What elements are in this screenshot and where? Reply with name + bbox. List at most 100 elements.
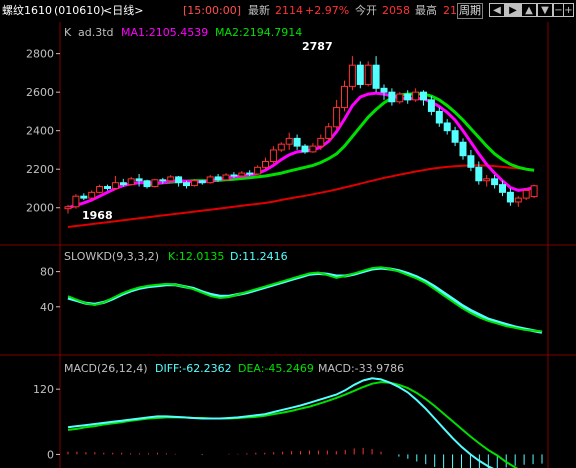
kd-panel: SLOWKD(9,3,3,2) K:12.0135 D:11.2416 40 80 <box>40 250 543 334</box>
candle-body <box>285 137 293 145</box>
candle-body <box>491 178 499 186</box>
candle-body <box>499 184 506 193</box>
candle-body <box>333 107 341 128</box>
candle-body <box>88 191 96 199</box>
candle-body <box>325 126 333 139</box>
ma1-legend: MA1:2105.4539 <box>121 26 208 39</box>
y-tick-label: 120 <box>33 383 54 396</box>
candle-body <box>246 172 254 175</box>
y-tick-label: 2800 <box>26 48 54 61</box>
candle-body <box>475 166 483 182</box>
high-annotation: 2787 <box>302 40 333 53</box>
right-arrow-icon[interactable]: ▶ <box>505 3 521 17</box>
period-button[interactable]: 周期 <box>457 3 483 19</box>
kd-legend-d: D:11.2416 <box>230 250 288 263</box>
candle-body <box>175 176 183 184</box>
candle-body <box>530 185 538 198</box>
y-tick-label: 40 <box>40 301 54 314</box>
macd-panel: MACD(26,12,4) DIFF:-62.2362 DEA:-45.2469… <box>33 362 543 468</box>
candle-body <box>206 176 214 184</box>
candle-body <box>151 179 159 188</box>
kd-legend-k: K:12.0135 <box>168 250 224 263</box>
candle-body <box>111 182 119 189</box>
change-percent: +2.97% <box>305 4 350 17</box>
kd-d-line <box>67 266 543 334</box>
zoom-in-icon[interactable]: + <box>563 3 574 17</box>
last-price-label: 最新 <box>248 4 270 17</box>
up-arrow-icon[interactable]: ▲ <box>521 3 537 17</box>
candle-body <box>198 180 206 184</box>
last-price-value: 2114 <box>275 4 303 17</box>
candle-body <box>127 178 135 186</box>
candle-body <box>404 93 412 101</box>
candle-body <box>443 122 451 132</box>
candle-body <box>183 182 190 187</box>
candle-body <box>380 87 388 93</box>
candle-body <box>167 176 175 182</box>
candle-body <box>293 137 301 147</box>
candle-body <box>301 145 309 153</box>
candle-body <box>222 174 230 181</box>
candle-body <box>459 141 467 157</box>
candle-body <box>64 206 72 210</box>
candle-body <box>435 110 443 124</box>
left-arrow-icon[interactable]: ◀ <box>489 3 505 17</box>
period-label[interactable]: <日线> <box>103 0 143 22</box>
open-value: 2058 <box>382 4 410 17</box>
candle-body <box>254 166 262 175</box>
y-tick-label: 2600 <box>26 86 54 99</box>
price-panel: K ad.3td MA1:2105.4539 MA2:2194.7914 200… <box>26 26 538 228</box>
kline-legend-name: ad.3td <box>78 26 114 39</box>
down-arrow-icon[interactable]: ▼ <box>537 3 553 17</box>
y-tick-label: 2200 <box>26 163 54 176</box>
y-tick-label: 0 <box>47 448 54 461</box>
candle-body <box>388 91 396 103</box>
open-label: 今开 <box>355 4 377 17</box>
candle-body <box>238 172 246 177</box>
macd-legend-name: MACD(26,12,4) <box>64 362 148 375</box>
candle-body <box>119 182 127 186</box>
candle-body <box>420 91 427 101</box>
candle-body <box>514 197 522 203</box>
candle-body <box>451 130 459 143</box>
candle-body <box>269 149 277 163</box>
high-value: 21 <box>443 4 457 17</box>
candle-body <box>262 161 269 168</box>
kline-legend-k: K <box>64 26 72 39</box>
candle-body <box>104 186 111 189</box>
candle-body <box>230 174 238 177</box>
candle-body <box>309 145 317 153</box>
candle-body <box>364 64 372 85</box>
candle-body <box>412 91 420 101</box>
time-label: [15:00:00] <box>183 4 241 17</box>
candle-body <box>96 186 104 193</box>
candle-body <box>356 64 364 85</box>
grid <box>0 22 576 468</box>
candle-body <box>214 176 222 181</box>
macd-legend-macd: MACD:-33.9786 <box>318 362 404 375</box>
candle-body <box>72 195 80 208</box>
candle-body <box>317 137 325 147</box>
candle-body <box>396 93 404 103</box>
candle-body <box>143 180 151 188</box>
title-bar: 螺纹1610 (010610) <日线> [15:00:00] 最新 2114 … <box>0 0 576 22</box>
y-tick-label: 80 <box>40 266 54 279</box>
candle-body <box>341 85 348 109</box>
candle-body <box>506 191 514 203</box>
candle-body <box>135 178 143 182</box>
candle-body <box>277 143 285 151</box>
chart-area[interactable]: K ad.3td MA1:2105.4539 MA2:2194.7914 200… <box>0 22 576 468</box>
symbol-name: 螺纹1610 <box>2 4 52 17</box>
candle-body <box>522 189 530 199</box>
candle-body <box>427 99 435 112</box>
high-label: 最高 <box>415 4 437 17</box>
y-tick-label: 2000 <box>26 202 54 215</box>
candle-body <box>80 195 88 199</box>
candle-body <box>372 64 380 89</box>
y-tick-label: 2400 <box>26 125 54 138</box>
candle-body <box>190 180 198 187</box>
macd-legend-dea: DEA:-45.2469 <box>238 362 314 375</box>
long-ma-line <box>67 164 535 228</box>
kd-legend-name: SLOWKD(9,3,3,2) <box>64 250 159 263</box>
symbol-code: (010610) <box>54 4 105 17</box>
